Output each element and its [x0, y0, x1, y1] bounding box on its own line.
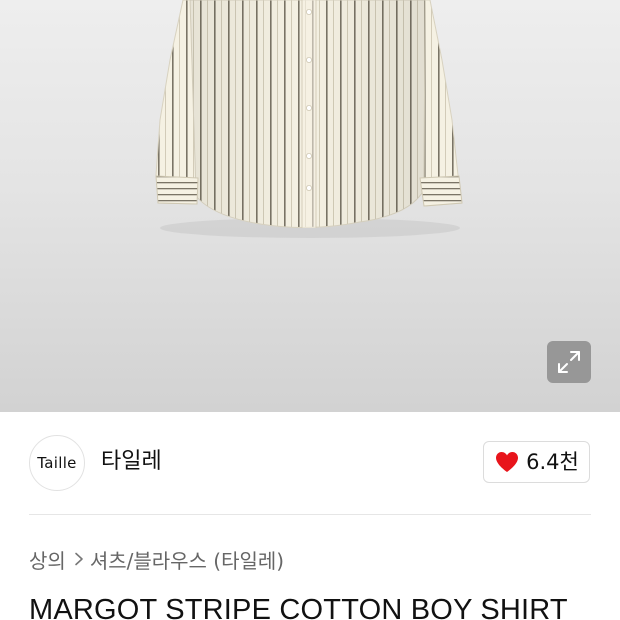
breadcrumb-item-category[interactable]: 상의	[29, 545, 66, 574]
product-title: MARGOT STRIPE COTTON BOY SHIRT	[29, 594, 568, 620]
brand-logo[interactable]: Taille	[29, 435, 85, 491]
heart-icon	[496, 452, 519, 472]
seller-row: Taille 타일레 6.4천	[0, 412, 620, 514]
chevron-right-icon	[74, 552, 84, 566]
like-button[interactable]: 6.4천	[483, 441, 590, 483]
brand-logo-text: Taille	[37, 454, 77, 472]
like-count: 6.4천	[526, 450, 579, 474]
expand-icon	[558, 351, 580, 373]
breadcrumb: 상의 셔츠/블라우스 (타일레)	[29, 545, 284, 573]
breadcrumb-item-subcategory[interactable]: 셔츠/블라우스 (타일레)	[90, 545, 284, 574]
product-image[interactable]	[0, 0, 620, 412]
shirt-illustration	[155, 0, 463, 238]
divider	[29, 514, 591, 515]
brand-name-link[interactable]: 타일레	[101, 448, 162, 476]
product-detail-page: Taille 타일레 6.4천 상의 셔츠/블라우스 (타일레) MARGOT …	[0, 0, 620, 620]
zoom-button[interactable]	[547, 341, 591, 383]
